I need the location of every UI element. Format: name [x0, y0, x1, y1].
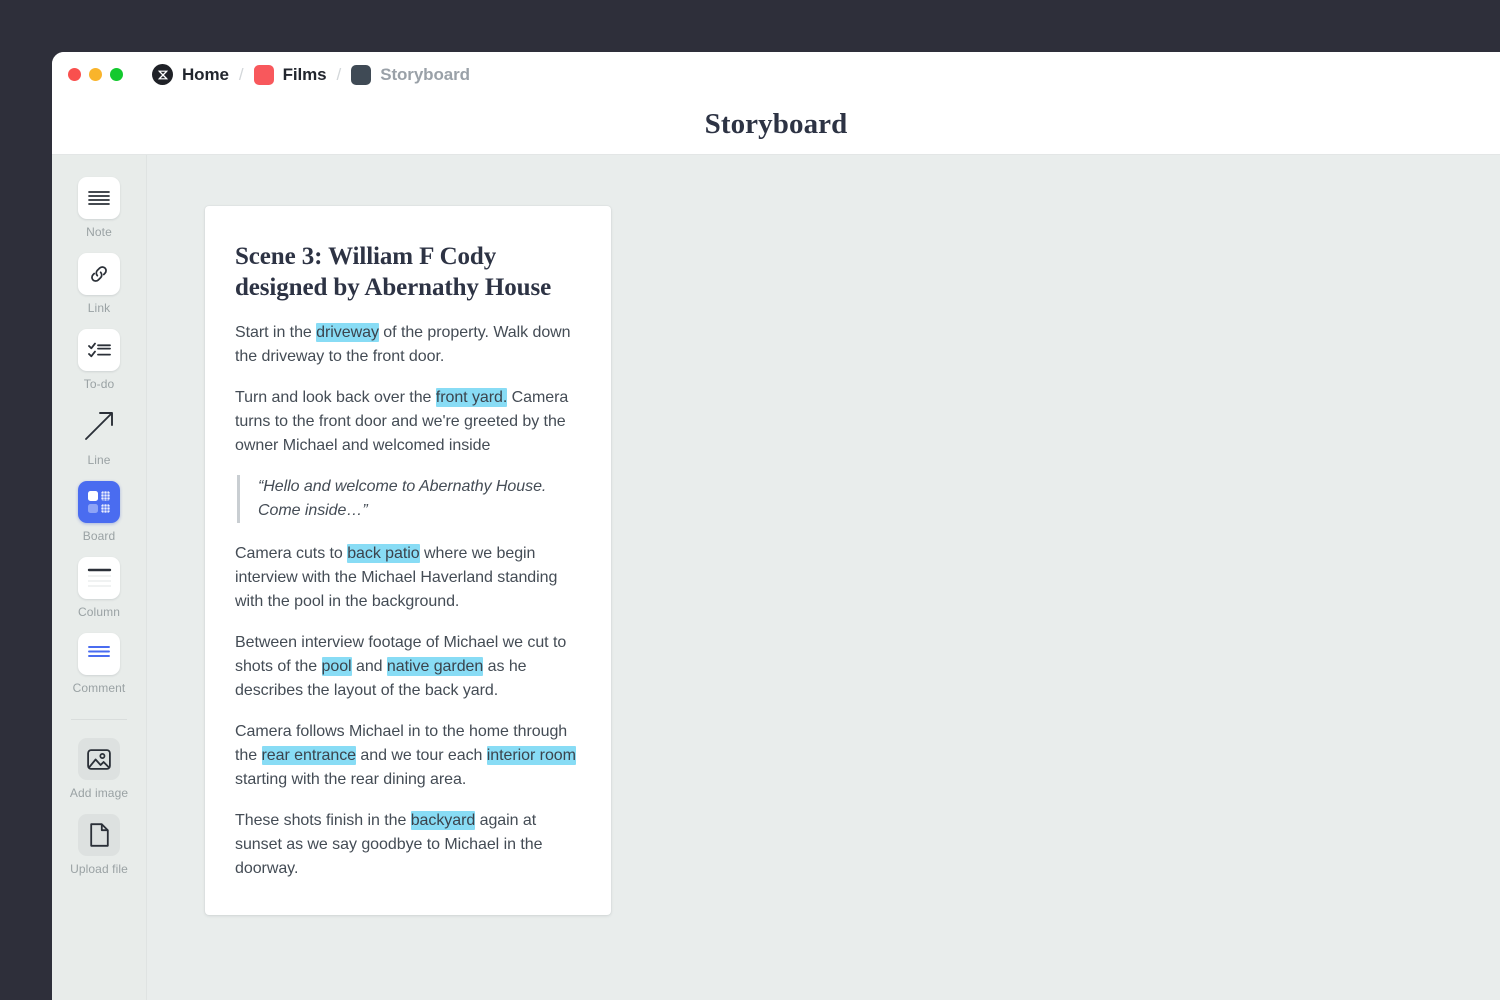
tool-sidebar: Note Link To-do Line Board Column Commen… — [52, 155, 147, 1000]
blockquote-text: “Hello and welcome to Abernathy House. C… — [258, 477, 547, 519]
card-paragraph-4: Between interview footage of Michael we … — [235, 631, 581, 703]
slate-square-icon — [351, 64, 372, 85]
breadcrumb-item-home[interactable]: Home — [152, 64, 229, 85]
sidebar-tool-label-board: Board — [82, 529, 116, 543]
breadcrumb-label-films: Films — [282, 64, 327, 84]
board-cell — [100, 503, 110, 513]
board-cell — [88, 503, 98, 513]
highlight-pool[interactable]: pool — [321, 656, 352, 676]
paragraph-text: Camera cuts to — [235, 544, 348, 562]
card-paragraph-2: Turn and look back over the front yard. … — [235, 386, 581, 458]
sidebar-tool-add-image[interactable]: Add image — [60, 738, 138, 800]
board-canvas[interactable]: Scene 3: William F Cody designed by Aber… — [147, 155, 1500, 1000]
sidebar-tool-label-line: Line — [87, 453, 111, 467]
arrow-line-icon — [78, 405, 120, 447]
breadcrumb-separator-1: / — [238, 64, 244, 84]
card-paragraph-5: Camera follows Michael in to the home th… — [235, 720, 581, 792]
card-paragraph-1: Start in the driveway of the property. W… — [235, 321, 581, 369]
column-icon — [78, 557, 120, 599]
paragraph-text: Start in the — [235, 323, 317, 341]
sidebar-tool-comment[interactable]: Comment — [60, 633, 138, 695]
comment-icon — [78, 633, 120, 675]
highlight-backyard[interactable]: backyard — [410, 810, 475, 830]
red-square-icon — [253, 64, 274, 85]
paragraph-text: and — [351, 657, 387, 675]
breadcrumb-item-storyboard[interactable]: Storyboard — [351, 64, 470, 85]
highlight-back-patio[interactable]: back patio — [347, 543, 420, 563]
paragraph-text: These shots finish in the — [235, 811, 411, 829]
breadcrumb: Home / Films / Storyboard — [152, 64, 470, 85]
paragraph-text: and we tour each — [356, 746, 487, 764]
highlight-driveway[interactable]: driveway — [316, 322, 379, 342]
sidebar-tool-label-comment: Comment — [72, 681, 126, 695]
sidebar-divider — [71, 719, 127, 720]
close-window-button[interactable] — [68, 68, 81, 81]
storyboard-note-card[interactable]: Scene 3: William F Cody designed by Aber… — [205, 206, 611, 915]
card-paragraph-3: Camera cuts to back patio where we begin… — [235, 542, 581, 614]
highlight-front-yard[interactable]: front yard. — [435, 387, 507, 407]
board-cell — [88, 491, 98, 501]
sidebar-tool-label-column: Column — [78, 605, 120, 619]
board-cell — [100, 491, 110, 501]
todo-icon — [78, 329, 120, 371]
breadcrumb-separator-2: / — [336, 64, 342, 84]
sidebar-tool-link[interactable]: Link — [60, 253, 138, 315]
sidebar-tool-line[interactable]: Line — [60, 405, 138, 467]
sidebar-tool-column[interactable]: Column — [60, 557, 138, 619]
breadcrumb-label-home: Home — [182, 64, 229, 84]
breadcrumb-label-storyboard: Storyboard — [380, 64, 470, 84]
app-window: Home / Films / Storyboard Storyboard Not… — [52, 52, 1500, 1000]
sidebar-tool-upload-file[interactable]: Upload file — [60, 814, 138, 876]
sidebar-tool-label-add-image: Add image — [69, 786, 129, 800]
breadcrumb-item-films[interactable]: Films — [253, 64, 327, 85]
window-titlebar: Home / Films / Storyboard Storyboard — [52, 52, 1500, 155]
page-title: Storyboard — [704, 108, 848, 140]
note-icon — [78, 177, 120, 219]
highlight-interior-room[interactable]: interior room — [486, 745, 576, 765]
file-icon — [78, 814, 120, 856]
maximize-window-button[interactable] — [110, 68, 123, 81]
sidebar-tool-label-todo: To-do — [83, 377, 115, 391]
traffic-light-controls — [68, 68, 123, 81]
paragraph-text: starting with the rear dining area. — [235, 770, 467, 788]
board-icon — [78, 481, 120, 523]
highlight-native-garden[interactable]: native garden — [386, 656, 483, 676]
card-paragraph-6: These shots finish in the backyard again… — [235, 809, 581, 881]
image-icon — [78, 738, 120, 780]
sidebar-tool-label-upload-file: Upload file — [70, 862, 128, 876]
card-blockquote: “Hello and welcome to Abernathy House. C… — [237, 474, 581, 523]
minimize-window-button[interactable] — [89, 68, 102, 81]
sidebar-tool-todo[interactable]: To-do — [60, 329, 138, 391]
sidebar-tool-label-link: Link — [87, 301, 111, 315]
board-icon-grid — [88, 491, 110, 513]
app-body: Note Link To-do Line Board Column Commen… — [52, 155, 1500, 1000]
sidebar-tool-label-note: Note — [86, 225, 112, 239]
highlight-rear-entrance[interactable]: rear entrance — [261, 745, 356, 765]
link-icon — [78, 253, 120, 295]
sidebar-tool-note[interactable]: Note — [60, 177, 138, 239]
sidebar-tool-board[interactable]: Board — [60, 481, 138, 543]
home-mark-icon — [152, 64, 173, 85]
card-title: Scene 3: William F Cody designed by Aber… — [235, 243, 552, 301]
paragraph-text: Turn and look back over the — [235, 388, 436, 406]
